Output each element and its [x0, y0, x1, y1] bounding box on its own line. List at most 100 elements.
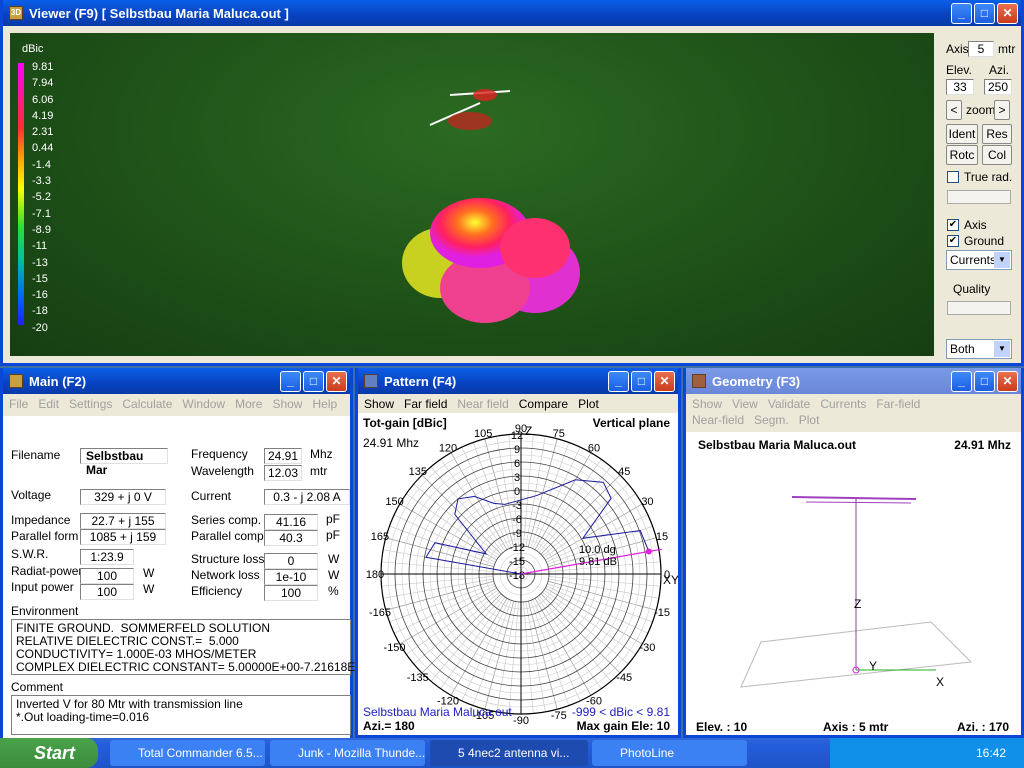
angle-tick-label: 30 — [641, 496, 653, 508]
menu-segm-[interactable]: Segm. — [754, 413, 789, 427]
minimize-button[interactable]: _ — [608, 370, 629, 392]
menu-show[interactable]: Show — [692, 397, 722, 411]
close-button[interactable]: ✕ — [997, 2, 1018, 24]
geometry-elev: Elev. : 10 — [696, 720, 748, 734]
geometry-title: Geometry (F3) — [712, 373, 801, 389]
ident-button[interactable]: Ident — [946, 124, 978, 144]
axis-checkbox[interactable]: ✔ Axis — [947, 218, 987, 232]
geometry-frequency: 24.91 Mhz — [954, 438, 1011, 452]
geometry-view[interactable]: Z Y X — [686, 452, 1021, 722]
minimize-button[interactable]: _ — [951, 370, 972, 392]
main-titlebar[interactable]: Main (F2) _ □ ✕ — [3, 368, 350, 394]
quality-slider[interactable] — [947, 301, 1011, 315]
chevron-down-icon: ▼ — [994, 252, 1010, 268]
environment-label: Environment — [11, 604, 79, 618]
menu-currents[interactable]: Currents — [820, 397, 866, 411]
menu-calculate[interactable]: Calculate — [122, 397, 172, 411]
filename-field: Selbstbau Mar — [80, 448, 168, 477]
viewer-title: Viewer (F9) [ Selbstbau Maria Maluca.out… — [29, 5, 289, 21]
menu-validate[interactable]: Validate — [768, 397, 810, 411]
col-button[interactable]: Col — [982, 145, 1012, 165]
frequency-label: Frequency — [191, 447, 248, 461]
maximize-button[interactable]: □ — [631, 370, 652, 392]
checkbox-icon — [947, 171, 959, 183]
start-button[interactable]: Start — [0, 738, 98, 768]
geometry-menu: Show View Validate Currents Far-field Near-fi… — [686, 394, 986, 430]
menu-far-field[interactable]: Far-field — [876, 397, 920, 411]
maximize-button[interactable]: □ — [974, 2, 995, 24]
pct-unit: % — [328, 584, 339, 598]
structure-loss-field: 0 — [264, 553, 318, 569]
menu-more[interactable]: More — [235, 397, 262, 411]
elev-input[interactable]: 33 — [946, 79, 974, 95]
scale-label: -20 — [32, 321, 48, 334]
geometry-azi: Azi. : 170 — [956, 720, 1009, 734]
menu-near-field[interactable]: Near-field — [692, 413, 744, 427]
menu-show[interactable]: Show — [272, 397, 302, 411]
angle-tick-label: -90 — [513, 715, 529, 727]
viewer-titlebar[interactable]: 3D Viewer (F9) [ Selbstbau Maria Maluca.o… — [3, 0, 1021, 26]
3d-icon: 3D — [9, 6, 23, 20]
clock: 16:42 — [975, 746, 1006, 760]
swr-label: S.W.R. — [11, 547, 49, 561]
task-photoline[interactable]: PhotoLine — [592, 740, 747, 766]
marker-angle-label: 10.0 dg — [579, 544, 616, 556]
zoom-out-button[interactable]: < — [946, 100, 962, 120]
task-thunderbird[interactable]: Junk - Mozilla Thunde... — [270, 740, 425, 766]
impedance-field: 22.7 + j 155 — [80, 513, 166, 529]
task-label: Junk - Mozilla Thunde... — [298, 746, 425, 760]
ground-checkbox[interactable]: ✔ Ground — [947, 234, 1004, 248]
close-button[interactable]: ✕ — [997, 370, 1018, 392]
angle-tick-label: 105 — [474, 428, 492, 440]
chart-range: -999 < dBic < 9.81 — [571, 705, 670, 719]
menu-compare[interactable]: Compare — [519, 397, 568, 411]
menu-edit[interactable]: Edit — [38, 397, 59, 411]
menu-plot[interactable]: Plot — [799, 413, 820, 427]
res-button[interactable]: Res — [982, 124, 1012, 144]
3d-view[interactable]: dBic 9.81 7.94 6.06 4.19 2.31 0.44 -1.4 -3.3 -5.… — [10, 33, 934, 356]
menu-plot[interactable]: Plot — [578, 397, 599, 411]
menu-settings[interactable]: Settings — [69, 397, 112, 411]
comment-text[interactable]: Inverted V for 80 Mtr with transmission … — [11, 695, 351, 735]
menu-far-field[interactable]: Far field — [404, 397, 447, 411]
slider-1[interactable] — [947, 190, 1011, 204]
angle-tick-label: 150 — [385, 496, 403, 508]
maximize-button[interactable]: □ — [974, 370, 995, 392]
both-select[interactable]: Both ▼ — [946, 339, 1012, 359]
menu-show[interactable]: Show — [364, 397, 394, 411]
menu-help[interactable]: Help — [312, 397, 337, 411]
parallel-comp-label: Parallel comp. — [191, 529, 268, 543]
rotc-button[interactable]: Rotc — [946, 145, 978, 165]
true-rad-checkbox[interactable]: True rad. — [947, 170, 1012, 184]
task-4nec2[interactable]: 5 4nec2 antenna vi... — [430, 740, 588, 766]
azi-input[interactable]: 250 — [984, 79, 1012, 95]
voltage-field: 329 + j 0 V — [80, 489, 166, 505]
check-icon: ✔ — [947, 219, 959, 231]
menu-window[interactable]: Window — [182, 397, 225, 411]
close-button[interactable]: ✕ — [326, 370, 347, 392]
ground-check-label: Ground — [964, 234, 1005, 248]
frequency-field[interactable]: 24.91 — [264, 448, 302, 464]
maximize-button[interactable]: □ — [303, 370, 324, 392]
chart-title: Tot-gain [dBic] — [363, 416, 447, 430]
radiation-pattern-3d — [402, 198, 580, 323]
pattern-titlebar[interactable]: Pattern (F4) _ □ ✕ — [358, 368, 678, 394]
menu-file[interactable]: File — [9, 397, 28, 411]
axis-input[interactable]: 5 — [968, 41, 994, 57]
series-comp-field: 41.16 — [264, 514, 318, 530]
menu-view[interactable]: View — [732, 397, 758, 411]
gain-tick-label: 0 — [514, 486, 520, 498]
minimize-button[interactable]: _ — [951, 2, 972, 24]
currents-select[interactable]: Currents ▼ — [946, 250, 1012, 270]
environment-text[interactable]: FINITE GROUND. SOMMERFELD SOLUTION RELAT… — [11, 619, 373, 675]
task-total-commander[interactable]: Total Commander 6.5... — [110, 740, 265, 766]
chevron-down-icon: ▼ — [994, 341, 1010, 357]
voltage-label: Voltage — [11, 488, 52, 502]
close-button[interactable]: ✕ — [654, 370, 675, 392]
zoom-in-button[interactable]: > — [994, 100, 1010, 120]
minimize-button[interactable]: _ — [280, 370, 301, 392]
menu-near-field[interactable]: Near field — [457, 397, 508, 411]
gain-tick-label: 9 — [514, 444, 520, 456]
geometry-filename: Selbstbau Maria Maluca.out — [698, 438, 857, 452]
geometry-titlebar[interactable]: Geometry (F3) _ □ ✕ — [686, 368, 1021, 394]
